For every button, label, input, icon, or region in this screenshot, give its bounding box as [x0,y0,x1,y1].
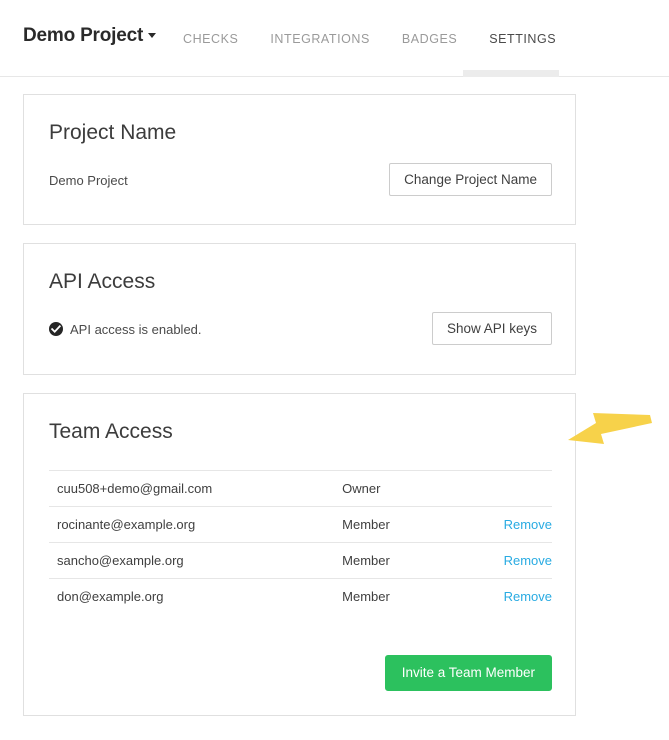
api-access-card-title: API Access [49,270,155,294]
project-name-label: Demo Project [23,25,143,46]
project-name-value: Demo Project [49,173,128,188]
member-email: rocinante@example.org [49,507,334,543]
team-access-card: Team Access cuu508+demo@gmail.com Owner … [23,393,576,716]
api-access-status-text: API access is enabled. [70,322,202,337]
active-tab-indicator [463,70,559,77]
member-role: Member [334,579,473,615]
check-circle-icon [49,322,63,336]
project-name-card-title: Project Name [49,121,176,145]
member-action-cell: Remove [473,507,552,543]
table-row: cuu508+demo@gmail.com Owner [49,471,552,507]
arrow-left-icon [563,406,658,451]
team-access-card-title: Team Access [49,420,173,444]
member-role: Member [334,507,473,543]
member-role: Owner [334,471,473,507]
member-email: sancho@example.org [49,543,334,579]
api-access-card: API Access API access is enabled. Show A… [23,243,576,375]
remove-member-link[interactable]: Remove [504,553,552,568]
show-api-keys-button[interactable]: Show API keys [432,312,552,345]
member-role: Member [334,543,473,579]
nav-item-integrations[interactable]: INTEGRATIONS [270,32,369,46]
team-members-table: cuu508+demo@gmail.com Owner rocinante@ex… [49,470,552,614]
table-row: don@example.org Member Remove [49,579,552,615]
change-project-name-button[interactable]: Change Project Name [389,163,552,196]
member-action-cell: Remove [473,579,552,615]
project-switcher[interactable]: Demo Project [23,25,156,47]
nav-item-badges[interactable]: BADGES [402,32,457,46]
member-action-cell: Remove [473,543,552,579]
table-row: rocinante@example.org Member Remove [49,507,552,543]
table-row: sancho@example.org Member Remove [49,543,552,579]
remove-member-link[interactable]: Remove [504,517,552,532]
nav-item-checks[interactable]: CHECKS [183,32,238,46]
chevron-down-icon [148,33,156,38]
top-navigation-bar: Demo Project CHECKS INTEGRATIONS BADGES SET… [0,0,669,77]
member-action-cell [473,471,552,507]
invite-team-member-button[interactable]: Invite a Team Member [385,655,552,691]
project-name-card: Project Name Demo Project Change Project… [23,94,576,225]
member-email: cuu508+demo@gmail.com [49,471,334,507]
main-nav: CHECKS INTEGRATIONS BADGES SETTINGS [183,30,556,50]
member-email: don@example.org [49,579,334,615]
remove-member-link[interactable]: Remove [504,589,552,604]
nav-item-settings[interactable]: SETTINGS [489,32,556,46]
